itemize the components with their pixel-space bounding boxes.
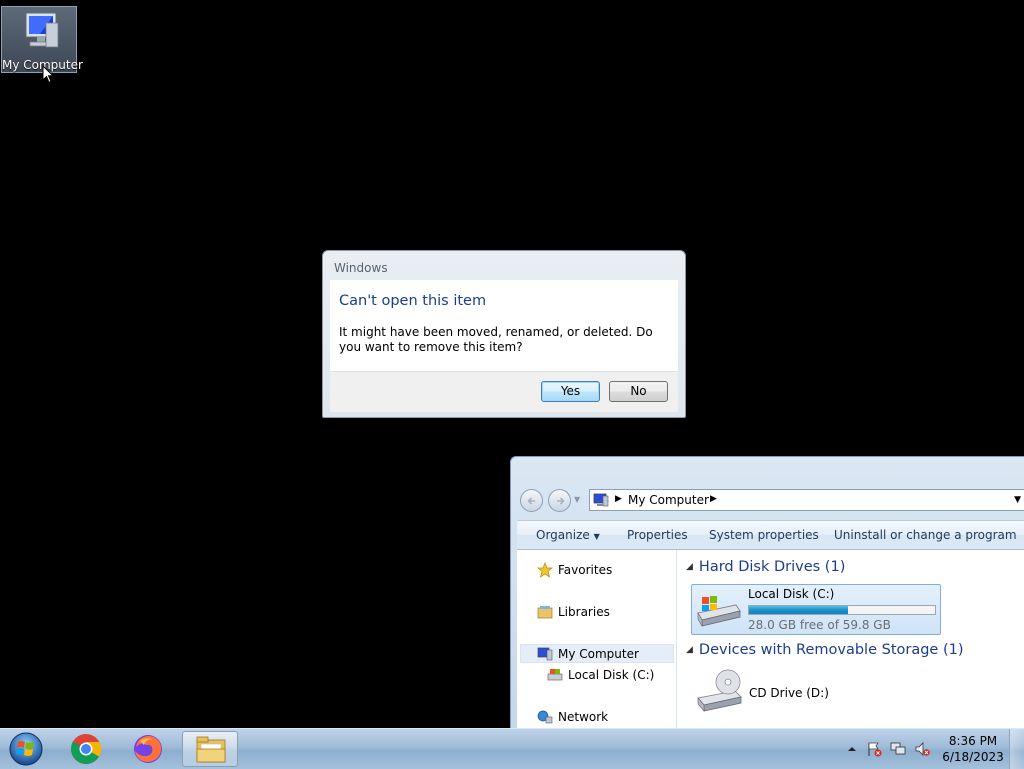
cd-drive-icon: [697, 669, 742, 712]
dialog-body: Can't open this item It might have been …: [330, 280, 678, 371]
clock-date: 6/18/2023: [942, 750, 1004, 764]
dialog-title: Windows: [334, 261, 388, 275]
system-properties-button[interactable]: System properties: [709, 528, 819, 542]
libraries-icon: [537, 606, 553, 619]
network-status-icon[interactable]: [890, 741, 906, 757]
taskbar-chrome[interactable]: [58, 731, 114, 767]
chevron-down-icon: ▼: [593, 532, 600, 541]
collapse-triangle-icon: ◢: [686, 562, 693, 572]
clock-time: 8:36 PM: [948, 734, 998, 748]
computer-small-icon: [593, 493, 609, 507]
breadcrumb-separator-icon[interactable]: ▶: [615, 494, 622, 504]
dialog-heading: Can't open this item: [339, 293, 487, 309]
nav-label-network: Network: [558, 710, 609, 724]
drive-usage-fill: [749, 606, 848, 614]
chrome-icon: [71, 734, 102, 764]
uninstall-program-button[interactable]: Uninstall or change a program: [834, 528, 1017, 542]
forward-button[interactable]: [548, 489, 571, 512]
nav-label-my-computer: My Computer: [558, 647, 639, 661]
navigation-pane: Favorites Libraries My Computer Local Di…: [517, 550, 677, 729]
hard-drive-icon: [697, 596, 741, 628]
address-dropdown-icon[interactable]: ▼: [1014, 495, 1021, 505]
organize-label: Organize: [536, 528, 590, 542]
dialog-footer: Yes No: [330, 371, 678, 412]
folder-icon: [196, 736, 226, 763]
show-hidden-icons-icon[interactable]: [844, 741, 860, 757]
forward-arrow-icon: [556, 497, 565, 505]
group-header-hard-disk[interactable]: ◢ Hard Disk Drives (1): [686, 559, 845, 575]
group-label-removable: Devices with Removable Storage (1): [698, 642, 964, 658]
start-button[interactable]: [6, 731, 46, 767]
desktop-icon-my-computer[interactable]: My Computer: [1, 6, 83, 73]
recent-pages-dropdown-icon[interactable]: ▼: [574, 495, 580, 504]
taskbar-explorer[interactable]: [182, 731, 238, 767]
computer-icon: [537, 647, 553, 661]
drive-usage-bar: [748, 605, 936, 615]
back-button[interactable]: [520, 489, 543, 512]
content-pane: ◢ Hard Disk Drives (1) Local Disk (C:) 28…: [677, 550, 1024, 729]
volume-muted-icon[interactable]: [914, 741, 930, 757]
system-clock[interactable]: 8:36 PM 6/18/2023: [940, 733, 1006, 765]
dialog-message: It might have been moved, renamed, or de…: [339, 325, 653, 354]
show-desktop-button[interactable]: [1009, 729, 1024, 769]
computer-icon: [25, 12, 59, 48]
drive-tile-local-disk-c[interactable]: Local Disk (C:) 28.0 GB free of 59.8 GB: [691, 584, 941, 635]
star-icon: [537, 562, 553, 578]
group-label-hard-disk: Hard Disk Drives (1): [698, 559, 846, 575]
hard-drive-icon: [547, 669, 563, 681]
properties-button[interactable]: Properties: [627, 528, 688, 542]
nav-label-local-disk: Local Disk (C:): [568, 668, 655, 682]
yes-button[interactable]: Yes: [541, 381, 600, 402]
mouse-cursor-icon: [42, 65, 54, 84]
command-bar: Organize ▼ Properties System properties …: [517, 520, 1024, 550]
taskbar: 8:36 PM 6/18/2023: [0, 728, 1024, 769]
back-arrow-icon: [526, 497, 535, 505]
drive-free-space: 28.0 GB free of 59.8 GB: [748, 618, 891, 632]
network-icon: [537, 710, 553, 724]
address-bar[interactable]: ▶ My Computer ▶ ▼: [589, 489, 1024, 511]
explorer-window: ▼ ▶ My Computer ▶ ▼ Organize ▼ Propertie…: [510, 456, 1024, 729]
error-dialog: Windows Can't open this item It might ha…: [322, 250, 686, 418]
organize-button[interactable]: Organize ▼: [536, 528, 600, 542]
breadcrumb-chevron-icon[interactable]: ▶: [710, 494, 717, 504]
group-header-removable[interactable]: ◢ Devices with Removable Storage (1): [686, 642, 964, 658]
nav-label-favorites: Favorites: [558, 563, 613, 577]
no-button[interactable]: No: [609, 381, 668, 402]
breadcrumb-my-computer[interactable]: My Computer: [628, 493, 709, 507]
desktop-icon-label: My Computer: [2, 58, 83, 72]
nav-label-libraries: Libraries: [558, 605, 610, 619]
taskbar-firefox[interactable]: [120, 731, 176, 767]
collapse-triangle-icon: ◢: [686, 645, 693, 655]
cd-drive-name: CD Drive (D:): [749, 686, 829, 700]
drive-name: Local Disk (C:): [748, 587, 835, 601]
firefox-icon: [134, 735, 162, 763]
action-center-flag-icon[interactable]: [866, 741, 882, 757]
